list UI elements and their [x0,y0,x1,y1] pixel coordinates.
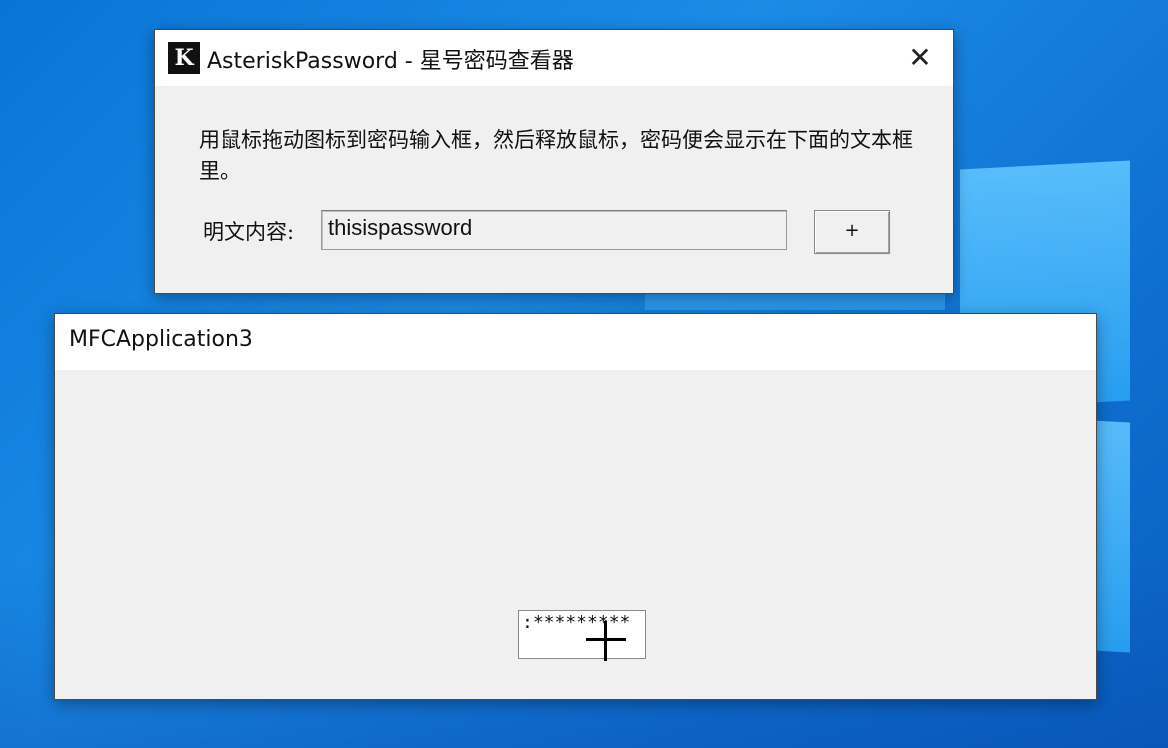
close-icon: ✕ [908,41,932,74]
password-field[interactable]: :********* [518,610,646,659]
title-bar[interactable]: MFCApplication3 [55,314,1096,370]
plaintext-label: 明文内容: [203,220,295,244]
drag-target-button[interactable]: + [814,210,890,254]
asterisk-password-window: K AsteriskPassword - 星号密码查看器 ✕ 用鼠标拖动图标到密… [154,29,954,294]
mfc-application-window: MFCApplication3 :********* [54,313,1097,700]
crosshair-cursor-icon [586,621,626,661]
window-title: MFCApplication3 [69,327,253,352]
instructions-text: 用鼠标拖动图标到密码输入框，然后释放鼠标，密码便会显示在下面的文本框里。 [199,128,913,183]
title-bar[interactable]: K AsteriskPassword - 星号密码查看器 ✕ [155,30,953,86]
app-icon: K [168,42,200,74]
window-title: AsteriskPassword - 星号密码查看器 [207,49,574,74]
close-button[interactable]: ✕ [887,30,953,86]
plaintext-field[interactable]: thisispassword [321,210,787,250]
